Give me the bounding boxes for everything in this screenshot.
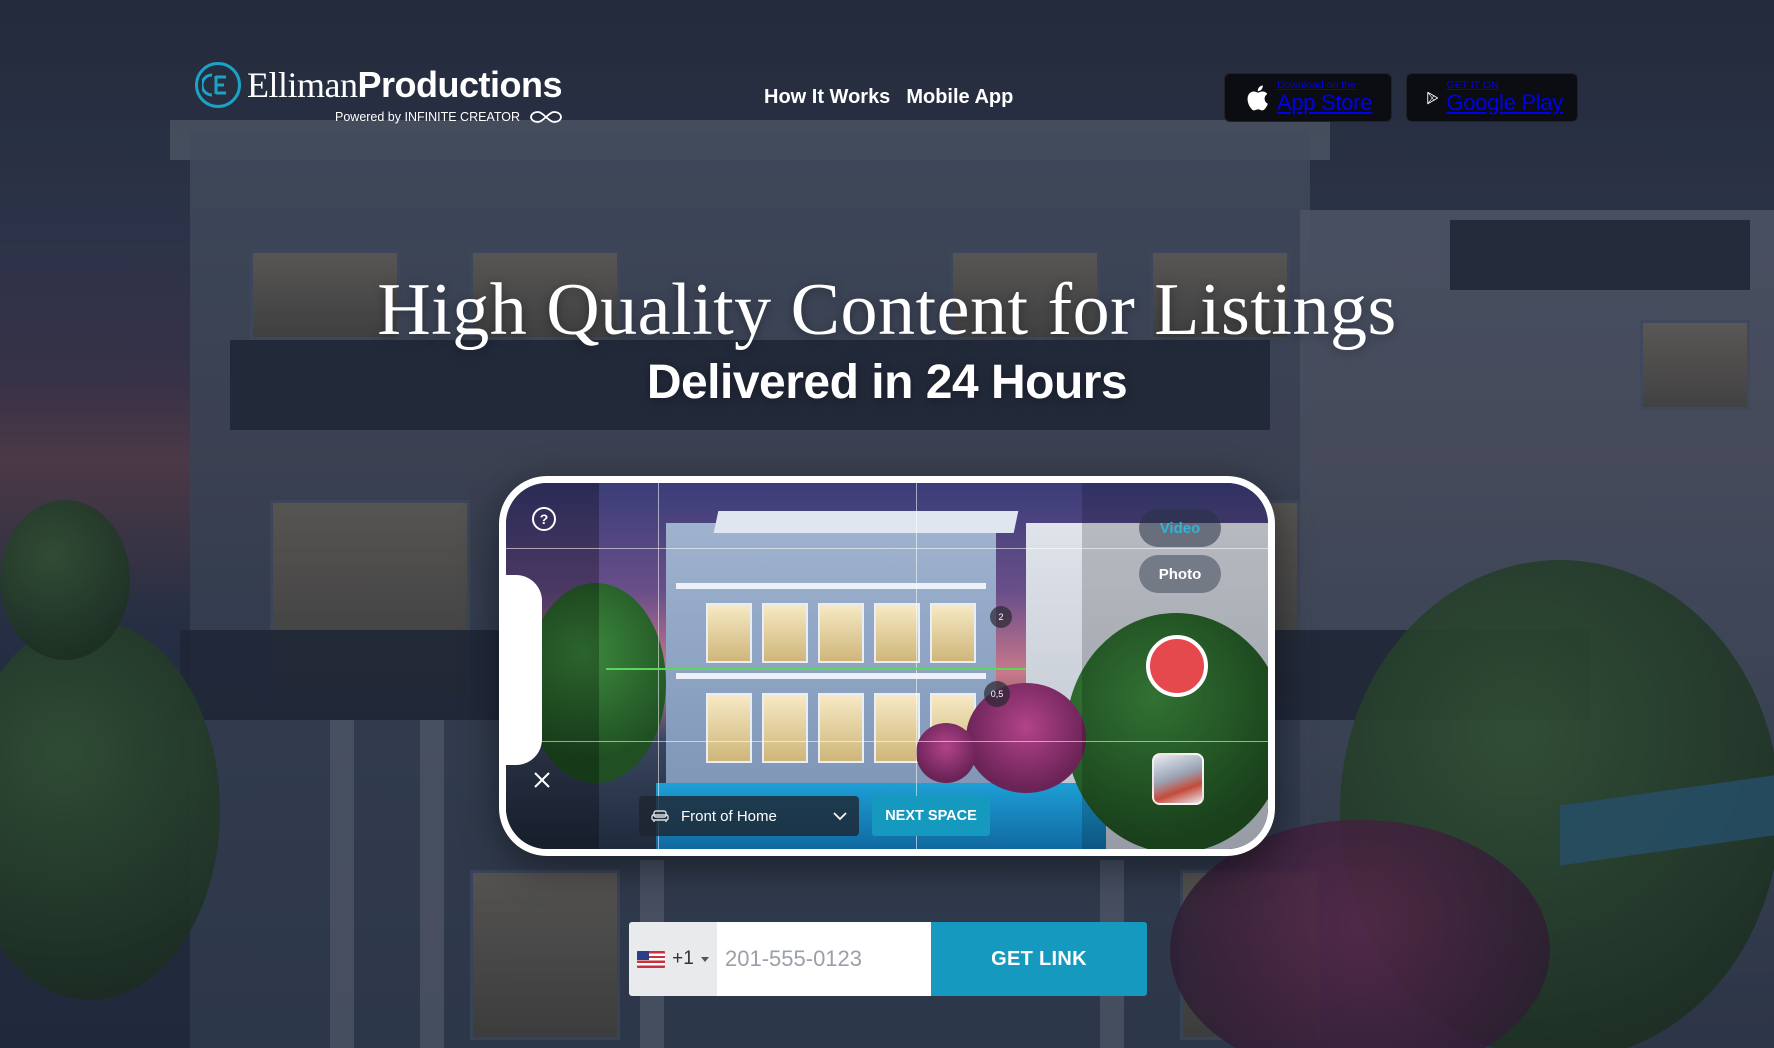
help-icon[interactable]: ? <box>532 507 556 531</box>
next-space-button[interactable]: NEXT SPACE <box>872 796 990 836</box>
mode-video-tab[interactable]: Video <box>1139 509 1221 547</box>
phone-notch <box>506 575 542 765</box>
caret-down-icon <box>700 956 709 962</box>
brand-name: EllimanProductions <box>247 64 562 105</box>
hero-title: High Quality Content for Listings <box>377 269 1397 351</box>
powered-by-text: Powered by INFINITE CREATOR <box>335 110 520 124</box>
nav-mobile-app[interactable]: Mobile App <box>906 86 1013 109</box>
hero-subtitle: Delivered in 24 Hours <box>646 356 1128 409</box>
app-store-button[interactable]: Download on the App Store <box>1224 73 1392 122</box>
sofa-icon <box>651 810 669 822</box>
us-flag-icon <box>637 950 666 968</box>
apple-icon <box>1247 84 1268 110</box>
space-select-label: Front of Home <box>681 807 777 825</box>
record-button[interactable] <box>1146 635 1208 697</box>
google-play-button[interactable]: GET IT ON Google Play <box>1406 73 1578 122</box>
level-guide <box>606 668 1026 670</box>
elliman-logo-icon <box>195 62 241 108</box>
zoom-0-5x-button[interactable]: 0,5 <box>984 681 1010 707</box>
phone-number-input[interactable] <box>717 922 931 996</box>
country-code-value: +1 <box>672 948 694 969</box>
country-code-select[interactable]: +1 <box>629 922 717 996</box>
zoom-2x-button[interactable]: 2 <box>990 606 1012 628</box>
brand-logo[interactable]: EllimanProductions Powered by INFINITE C… <box>195 62 562 124</box>
space-select[interactable]: Front of Home <box>639 796 859 836</box>
google-play-icon <box>1427 91 1439 104</box>
nav-how-it-works[interactable]: How It Works <box>764 86 890 109</box>
mode-photo-tab[interactable]: Photo <box>1139 555 1221 593</box>
get-link-button[interactable]: GET LINK <box>931 922 1147 996</box>
gallery-thumbnail[interactable] <box>1152 753 1204 805</box>
main-nav: How It Works Mobile App <box>764 86 1013 109</box>
close-icon[interactable] <box>531 769 553 791</box>
infinity-icon <box>530 111 562 123</box>
get-link-form: +1 GET LINK <box>629 922 1147 996</box>
chevron-down-icon <box>833 811 847 820</box>
phone-mockup: ? Video Photo 2 0,5 Front of Home NEXT S… <box>499 476 1275 856</box>
